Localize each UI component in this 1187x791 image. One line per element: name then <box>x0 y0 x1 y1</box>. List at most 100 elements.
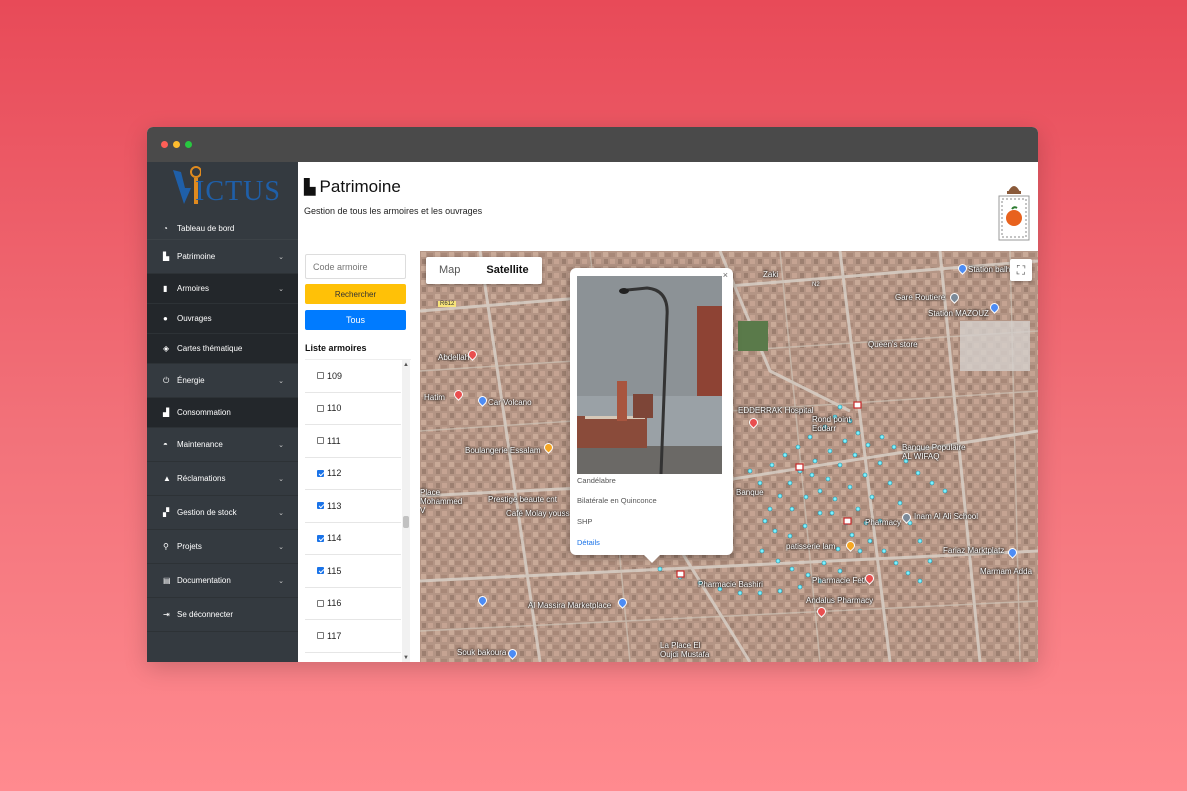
map-label: Pharmacie Fethi <box>812 576 871 585</box>
chevron-down-icon: ⌄ <box>278 509 284 517</box>
maximize-window-dot[interactable] <box>185 141 192 148</box>
checkbox[interactable] <box>317 404 324 412</box>
list-item-label: 115 <box>327 565 342 576</box>
list-item[interactable]: 111 <box>305 425 401 458</box>
map-label: patisserie lam <box>786 542 836 551</box>
sidebar-item-maintenance[interactable]: ◓ Maintenance ⌄ <box>147 428 298 462</box>
popup-details-link[interactable]: Détails <box>577 538 600 547</box>
sidebar-item-projets[interactable]: ⚲ Projets ⌄ <box>147 530 298 564</box>
close-icon[interactable]: × <box>723 270 728 280</box>
logo-text: ICTUS <box>195 176 281 207</box>
list-item-label: 109 <box>327 370 343 381</box>
list-item[interactable]: 109 <box>305 360 401 393</box>
map-label: Prestige beaute cnt <box>488 495 557 504</box>
project-icon: ⚲ <box>163 542 169 551</box>
chevron-down-icon: ⌄ <box>278 253 284 261</box>
sidebar-item-label: Réclamations <box>177 474 226 483</box>
list-item[interactable]: 113 <box>305 490 401 523</box>
map-type-satellite-button[interactable]: Satellite <box>473 257 541 284</box>
sidebar-item-cartes-thematique[interactable]: ◈ Cartes thématique <box>147 334 298 364</box>
sidebar-item-dashboard[interactable]: ◔ Tableau de bord <box>147 217 298 240</box>
checkbox[interactable] <box>317 437 324 445</box>
sidebar-item-logout[interactable]: ⇥ Se déconnecter <box>147 598 298 632</box>
map-label: Banque <box>736 488 764 497</box>
bulb-icon: ● <box>163 314 168 323</box>
list-item[interactable]: 115 <box>305 555 401 588</box>
map-label: Marmam Adda <box>980 567 1033 576</box>
sidebar-item-label: Documentation <box>177 576 231 585</box>
chevron-down-icon: ⌄ <box>278 377 284 385</box>
scroll-down-icon[interactable]: ▼ <box>402 653 410 662</box>
chevron-down-icon: ⌄ <box>278 577 284 585</box>
sidebar-item-energie[interactable]: ⏻ Énergie ⌄ <box>147 364 298 398</box>
checkbox-checked[interactable] <box>317 502 324 510</box>
list-scrollbar[interactable]: ▲ ▼ <box>402 360 410 662</box>
show-all-button[interactable]: Tous <box>305 310 406 330</box>
armoire-panel: Rechercher Tous Liste armoires 109 110 1… <box>298 251 420 662</box>
map-type-toggle: Map Satellite <box>426 257 542 284</box>
sidebar-item-ouvrages[interactable]: ● Ouvrages <box>147 304 298 334</box>
map-label: Car Volcano <box>488 398 532 407</box>
list-item-label: 116 <box>327 598 342 609</box>
list-item[interactable]: 112 <box>305 458 401 490</box>
map-label: Pharmacy <box>865 518 902 527</box>
close-window-dot[interactable] <box>161 141 168 148</box>
fullscreen-icon[interactable]: ⛶ <box>1010 259 1032 281</box>
scroll-thumb[interactable] <box>403 516 409 528</box>
checkbox[interactable] <box>317 632 324 640</box>
layers-icon: ◈ <box>163 344 170 353</box>
boxes-icon: ▞ <box>163 508 170 517</box>
sidebar-item-label: Gestion de stock <box>177 508 237 517</box>
list-item-label: 112 <box>327 468 342 479</box>
map-label: Pharmacie Bashiri <box>698 580 763 589</box>
chevron-down-icon: ⌄ <box>278 543 284 551</box>
page-subtitle: Gestion de tous les armoires et les ouvr… <box>304 206 483 216</box>
list-item[interactable]: 114 <box>305 523 401 555</box>
armoire-code-input[interactable] <box>305 254 406 279</box>
map-label: Gare Routiere <box>895 293 946 302</box>
sidebar-item-documentation[interactable]: ▤ Documentation ⌄ <box>147 564 298 598</box>
map-label: La Place El Oujdi Mustafa <box>660 641 710 659</box>
page-header: ▙ Patrimoine Gestion de tous les armoire… <box>298 162 1038 251</box>
window-titlebar <box>147 127 1038 162</box>
list-item-label: 114 <box>327 533 342 544</box>
sidebar-item-label: Énergie <box>177 376 205 385</box>
list-item-label: 117 <box>327 630 342 641</box>
road-badge: R612 <box>438 301 457 307</box>
list-item[interactable]: 117 <box>305 620 401 653</box>
map-label: Place Mohammed V <box>420 488 463 515</box>
checkbox[interactable] <box>317 599 324 607</box>
armoire-list[interactable]: 109 110 111 112 113 114 115 116 117 ▲ ▼ <box>305 359 411 662</box>
scroll-up-icon[interactable]: ▲ <box>402 360 410 370</box>
checkbox-checked[interactable] <box>317 567 324 575</box>
app-logo[interactable]: ICTUS <box>147 162 298 217</box>
sidebar-item-reclamations[interactable]: ▲ Réclamations ⌄ <box>147 462 298 496</box>
list-item[interactable]: 110 <box>305 393 401 425</box>
checkbox-checked[interactable] <box>317 534 324 542</box>
satellite-map[interactable]: Zaki Station balh Gare Routiere Station … <box>420 251 1038 662</box>
minimize-window-dot[interactable] <box>173 141 180 148</box>
sidebar-item-label: Consommation <box>177 408 231 417</box>
list-item-label: 111 <box>327 435 341 446</box>
map-label: Café Molay youss <box>506 509 570 518</box>
sidebar-item-armoires[interactable]: ▮ Armoires ⌄ <box>147 274 298 304</box>
sidebar-item-label: Projets <box>177 542 202 551</box>
chevron-down-icon: ⌄ <box>278 441 284 449</box>
map-type-map-button[interactable]: Map <box>426 257 473 284</box>
page-title: ▙ Patrimoine <box>304 177 401 197</box>
map-label: Banque Populaire AL WIFAQ <box>902 443 966 461</box>
checkbox-checked[interactable] <box>317 469 324 477</box>
map-label: Souk bakoura <box>457 648 507 657</box>
map-label: Andalus Pharmacy <box>806 596 874 605</box>
list-item[interactable]: 116 <box>305 588 401 620</box>
map-label: EDDERRAK Hospital <box>738 406 814 415</box>
sidebar-item-consommation[interactable]: ▟ Consommation <box>147 398 298 428</box>
map-icon: ▙ <box>304 179 316 196</box>
chevron-down-icon: ⌄ <box>278 285 284 293</box>
sidebar-item-gestion-de-stock[interactable]: ▞ Gestion de stock ⌄ <box>147 496 298 530</box>
page-title-text: Patrimoine <box>319 177 401 196</box>
sidebar-item-label: Maintenance <box>177 440 223 449</box>
sidebar-item-patrimoine[interactable]: ▙ Patrimoine ⌄ <box>147 240 298 274</box>
checkbox[interactable] <box>317 372 324 380</box>
search-button[interactable]: Rechercher <box>305 284 406 304</box>
